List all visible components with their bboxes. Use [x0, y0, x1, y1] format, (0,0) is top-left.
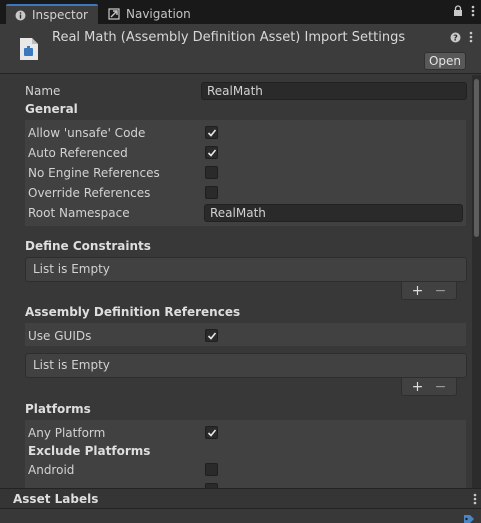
assembly-references-footer: + −	[401, 378, 457, 396]
navigation-icon	[108, 8, 120, 20]
root-namespace-field[interactable]: RealMath	[204, 204, 463, 222]
kebab-menu-icon[interactable]	[473, 493, 477, 508]
exclude-platforms-title: Exclude Platforms	[28, 444, 151, 458]
override-references-checkbox[interactable]	[205, 186, 218, 199]
kebab-menu-icon[interactable]	[471, 5, 475, 20]
override-references-label: Override References	[28, 186, 151, 200]
check-icon	[207, 331, 216, 340]
plus-icon[interactable]: +	[412, 284, 424, 298]
open-button[interactable]: Open	[424, 52, 466, 70]
info-icon	[14, 9, 26, 21]
vertical-scrollbar[interactable]	[472, 75, 481, 488]
name-label: Name	[25, 84, 61, 98]
asset-labels-bar[interactable]: Asset Labels	[0, 488, 481, 509]
check-icon	[207, 428, 216, 437]
auto-referenced-checkbox[interactable]	[205, 146, 218, 159]
check-icon	[207, 148, 216, 157]
tab-bar-controls	[453, 5, 475, 20]
no-engine-references-checkbox[interactable]	[205, 166, 218, 179]
check-icon	[207, 128, 216, 137]
inspector-content: Name RealMath General Allow 'unsafe' Cod…	[0, 75, 472, 488]
tab-navigation[interactable]: Navigation	[102, 4, 202, 24]
tab-inspector-label: Inspector	[32, 8, 88, 22]
asset-labels-title: Asset Labels	[13, 492, 99, 506]
tab-inspector[interactable]: Inspector	[6, 4, 98, 24]
platforms-title: Platforms	[25, 402, 91, 416]
define-constraints-title: Define Constraints	[25, 239, 151, 253]
plus-icon[interactable]: +	[412, 380, 424, 394]
name-field[interactable]: RealMath	[201, 82, 467, 100]
labels-area	[0, 509, 481, 523]
allow-unsafe-checkbox[interactable]	[205, 126, 218, 139]
no-engine-references-label: No Engine References	[28, 166, 160, 180]
tag-icon[interactable]	[463, 513, 475, 523]
assembly-references-list: List is Empty	[25, 353, 467, 378]
any-platform-checkbox[interactable]	[205, 426, 218, 439]
assembly-references-title: Assembly Definition References	[25, 305, 241, 319]
tab-bar: Inspector Navigation	[0, 0, 481, 24]
android-label: Android	[28, 463, 75, 477]
allow-unsafe-label: Allow 'unsafe' Code	[28, 126, 146, 140]
auto-referenced-label: Auto Referenced	[28, 146, 128, 160]
minus-icon[interactable]: −	[435, 380, 447, 394]
inspector-header: Real Math (Assembly Definition Asset) Im…	[0, 24, 481, 74]
header-icons: ?	[450, 31, 473, 46]
use-guids-checkbox[interactable]	[205, 329, 218, 342]
settings-icon[interactable]	[469, 31, 473, 46]
use-guids-label: Use GUIDs	[28, 329, 92, 343]
header-title: Real Math (Assembly Definition Asset) Im…	[52, 30, 406, 45]
asmdef-icon	[16, 36, 42, 62]
define-constraints-list: List is Empty	[25, 257, 467, 282]
minus-icon[interactable]: −	[435, 284, 447, 298]
any-platform-label: Any Platform	[28, 426, 106, 440]
general-section-title: General	[25, 102, 78, 116]
tab-navigation-label: Navigation	[126, 7, 191, 21]
help-icon[interactable]: ?	[450, 32, 461, 46]
root-namespace-label: Root Namespace	[28, 206, 130, 220]
lock-icon[interactable]	[453, 5, 463, 20]
svg-text:?: ?	[453, 33, 458, 42]
android-checkbox[interactable]	[205, 463, 218, 476]
scrollbar-thumb[interactable]	[474, 79, 479, 237]
define-constraints-footer: + −	[401, 282, 457, 300]
